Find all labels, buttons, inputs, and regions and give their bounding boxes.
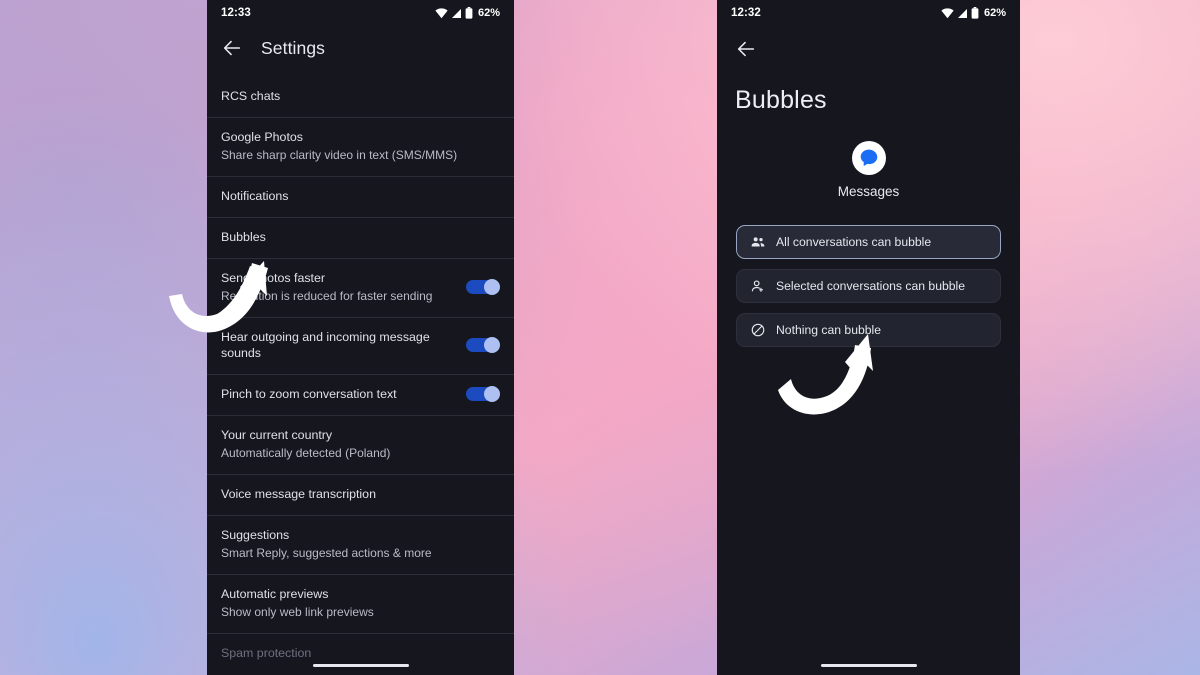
home-indicator [312,663,409,667]
status-bar-time: 12:33 [221,7,251,19]
option-label: All conversations can bubble [776,235,932,249]
right-phone-screen: 12:32 62% Bubbles Messages All conversat… [717,0,1020,675]
row-text-group: Send photos faster Resolution is reduced… [221,270,432,304]
battery-percent: 62% [983,7,1006,19]
setting-row-send-photos-faster[interactable]: Send photos faster Resolution is reduced… [207,258,514,317]
left-phone-screen: 12:33 62% Settings RCS chats Google Phot… [207,0,514,675]
page-title: Settings [261,37,326,58]
wallpaper-background: 12:33 62% Settings RCS chats Google Phot… [0,0,1200,675]
setting-row-message-sounds[interactable]: Hear outgoing and incoming message sound… [207,317,514,374]
battery-icon [971,7,979,19]
status-bar-time: 12:32 [731,7,761,19]
settings-list: RCS chats Google Photos Share sharp clar… [207,70,514,674]
option-label: Selected conversations can bubble [776,279,966,293]
annotation-arrow-layer [169,261,873,415]
bubble-options-list: All conversations can bubble Selected co… [717,225,1020,347]
setting-row-spam-protection[interactable]: Spam protection [207,633,514,674]
toggle-thumb [484,279,500,295]
group-people-icon [751,237,765,247]
battery-percent: 62% [477,7,500,19]
setting-row-suggestions[interactable]: Suggestions Smart Reply, suggested actio… [207,515,514,574]
option-all-conversations-can-bubble[interactable]: All conversations can bubble [736,225,1001,259]
app-header: Messages [717,141,1020,199]
settings-appbar: Settings [207,26,514,70]
setting-row-rcs-chats[interactable]: RCS chats [207,76,514,117]
status-bar-icons: 62% [435,7,500,19]
row-subtitle: Smart Reply, suggested actions & more [221,546,432,560]
status-bar: 12:33 62% [207,0,514,26]
back-arrow-icon[interactable] [735,38,757,60]
bubbles-appbar [717,26,1020,72]
row-title: Hear outgoing and incoming message sound… [221,330,430,360]
block-circle-icon [751,323,765,337]
setting-row-voice-transcription[interactable]: Voice message transcription [207,474,514,515]
home-indicator [820,663,917,667]
row-text-group: RCS chats [221,88,280,104]
app-name-label: Messages [837,184,900,199]
row-subtitle: Automatically detected (Poland) [221,446,391,460]
row-subtitle: Resolution is reduced for faster sending [221,289,433,303]
signal-icon [957,8,967,18]
row-subtitle: Share sharp clarity video in text (SMS/M… [221,148,458,162]
row-text-group: Google Photos Share sharp clarity video … [221,129,457,163]
row-title: RCS chats [221,89,281,103]
row-text-group: Spam protection [221,645,311,661]
signal-icon [451,8,461,18]
setting-row-google-photos[interactable]: Google Photos Share sharp clarity video … [207,117,514,176]
toggle-pinch-to-zoom[interactable] [466,386,500,402]
option-selected-conversations-can-bubble[interactable]: Selected conversations can bubble [736,269,1001,303]
messages-app-icon [851,141,886,175]
option-label: Nothing can bubble [776,323,882,337]
row-title: Send photos faster [221,271,326,285]
row-title: Spam protection [221,646,312,660]
setting-row-notifications[interactable]: Notifications [207,176,514,217]
setting-row-automatic-previews[interactable]: Automatic previews Show only web link pr… [207,574,514,633]
row-subtitle: Show only web link previews [221,605,374,619]
page-title: Bubbles [735,86,827,114]
row-title: Bubbles [221,230,266,244]
toggle-thumb [484,337,500,353]
row-text-group: Your current country Automatically detec… [221,427,390,461]
battery-icon [465,7,473,19]
setting-row-current-country[interactable]: Your current country Automatically detec… [207,415,514,474]
row-text-group: Voice message transcription [221,486,376,502]
toggle-thumb [484,386,500,402]
toggle-message-sounds[interactable] [466,337,500,353]
status-bar-icons: 62% [941,7,1006,19]
setting-row-bubbles[interactable]: Bubbles [207,217,514,258]
row-title: Automatic previews [221,587,329,601]
row-title: Pinch to zoom conversation text [221,387,397,401]
wifi-icon [435,7,448,18]
option-nothing-can-bubble[interactable]: Nothing can bubble [736,313,1001,347]
row-text-group: Bubbles [221,229,266,245]
row-text-group: Pinch to zoom conversation text [221,386,397,402]
setting-row-pinch-to-zoom[interactable]: Pinch to zoom conversation text [207,374,514,415]
row-text-group: Suggestions Smart Reply, suggested actio… [221,527,432,561]
row-title: Notifications [221,189,289,203]
row-title: Google Photos [221,130,303,144]
row-text-group: Automatic previews Show only web link pr… [221,586,374,620]
row-title: Your current country [221,428,333,442]
row-title: Voice message transcription [221,487,376,501]
back-arrow-icon[interactable] [221,37,243,59]
row-text-group: Hear outgoing and incoming message sound… [221,329,456,361]
row-text-group: Notifications [221,188,289,204]
row-title: Suggestions [221,528,290,542]
person-add-icon [751,280,764,292]
status-bar: 12:32 62% [717,0,1020,26]
wifi-icon [941,7,954,18]
toggle-send-photos-faster[interactable] [466,279,500,295]
